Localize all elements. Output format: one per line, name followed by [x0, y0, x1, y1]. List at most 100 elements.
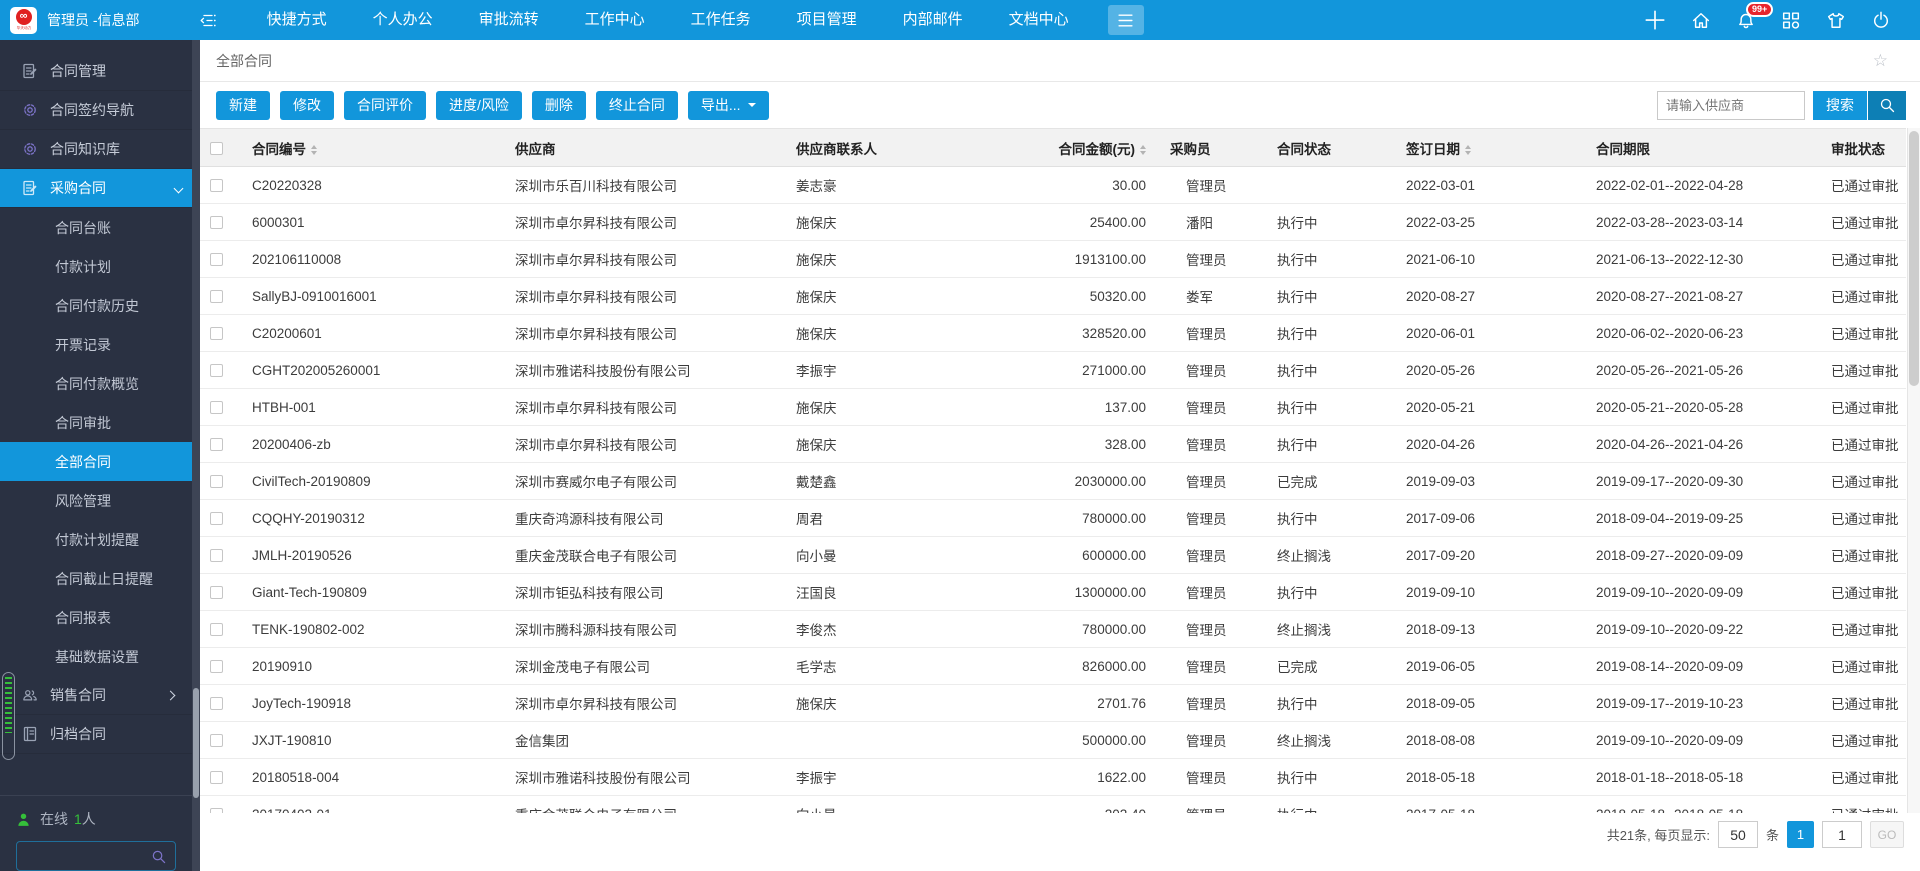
sidebar-item[interactable]: 全部合同: [0, 442, 200, 481]
table-row[interactable]: 20200406-zb深圳市卓尔昇科技有限公司施保庆328.00管理员执行中20…: [200, 426, 1906, 463]
table-row[interactable]: HTBH-001深圳市卓尔昇科技有限公司施保庆137.00管理员执行中2020-…: [200, 389, 1906, 426]
toolbar-button[interactable]: 进度/风险: [436, 91, 522, 120]
row-checkbox[interactable]: [210, 401, 223, 414]
sidebar-item[interactable]: 风险管理: [0, 481, 192, 520]
select-all-checkbox[interactable]: [210, 142, 223, 155]
toolbar-button[interactable]: 新建: [216, 91, 270, 120]
row-checkbox[interactable]: [210, 808, 223, 813]
toolbar-button[interactable]: 合同评价: [344, 91, 426, 120]
row-checkbox[interactable]: [210, 216, 223, 229]
search-icon[interactable]: [151, 849, 166, 864]
sidebar-item[interactable]: 基础数据设置: [0, 637, 192, 676]
sidebar-item[interactable]: 合同台账: [0, 208, 192, 247]
table-row[interactable]: JMLH-20190526重庆金茂联合电子有限公司向小曼600000.00管理员…: [200, 537, 1906, 574]
row-checkbox[interactable]: [210, 512, 223, 525]
row-checkbox[interactable]: [210, 660, 223, 673]
column-header-amount[interactable]: 合同金额(元): [1022, 129, 1160, 167]
more-menus-button[interactable]: [1108, 5, 1144, 35]
table-scrollbar-track[interactable]: [1907, 128, 1920, 813]
row-checkbox[interactable]: [210, 253, 223, 266]
sidebar-search-input[interactable]: [17, 849, 151, 864]
home-button[interactable]: [1692, 11, 1710, 29]
page-size-input[interactable]: [1718, 821, 1758, 848]
row-checkbox-cell: [200, 611, 242, 648]
nav-item[interactable]: 文档中心: [986, 0, 1092, 40]
sidebar-item[interactable]: 合同管理: [0, 52, 192, 91]
sidebar-item[interactable]: 付款计划提醒: [0, 520, 192, 559]
goto-page-input[interactable]: [1822, 821, 1862, 848]
search-button[interactable]: 搜索: [1813, 91, 1867, 120]
row-checkbox[interactable]: [210, 734, 223, 747]
table-row[interactable]: CGHT202005260001深圳市雅诺科技股份有限公司李振宇271000.0…: [200, 352, 1906, 389]
sidebar-item[interactable]: 合同知识库: [0, 130, 192, 169]
sidebar-item[interactable]: 采购合同: [0, 169, 200, 208]
table-row[interactable]: CQQHY-20190312重庆奇鸿源科技有限公司周君780000.00管理员执…: [200, 500, 1906, 537]
table-row[interactable]: JXJT-190810金信集团500000.00管理员终止搁浅2018-08-0…: [200, 722, 1906, 759]
toolbar-button[interactable]: 删除: [532, 91, 586, 120]
table-row[interactable]: C20220328深圳市乐百川科技有限公司姜志豪30.00管理员2022-03-…: [200, 167, 1906, 204]
sidebar-item[interactable]: 合同付款历史: [0, 286, 192, 325]
sort-icon[interactable]: [1140, 145, 1146, 155]
column-header-id[interactable]: 合同编号: [242, 129, 505, 167]
table-row[interactable]: CivilTech-20190809深圳市赛威尔电子有限公司戴楚鑫2030000…: [200, 463, 1906, 500]
row-checkbox[interactable]: [210, 623, 223, 636]
row-checkbox[interactable]: [210, 438, 223, 451]
nav-item[interactable]: 工作任务: [668, 0, 774, 40]
table-row[interactable]: 6000301深圳市卓尔昇科技有限公司施保庆25400.00潘阳执行中2022-…: [200, 204, 1906, 241]
column-header-sign_date[interactable]: 签订日期: [1396, 129, 1586, 167]
toolbar-button[interactable]: 修改: [280, 91, 334, 120]
sidebar-scrollbar-thumb[interactable]: [193, 688, 199, 798]
sidebar-item[interactable]: 销售合同: [0, 676, 192, 715]
toolbar-button[interactable]: 终止合同: [596, 91, 678, 120]
sidebar-item[interactable]: 合同付款概览: [0, 364, 192, 403]
row-checkbox[interactable]: [210, 290, 223, 303]
notifications-button[interactable]: 99+: [1737, 11, 1755, 29]
nav-item[interactable]: 个人办公: [350, 0, 456, 40]
logout-button[interactable]: [1872, 11, 1890, 29]
sidebar-collapse-icon[interactable]: [198, 10, 218, 30]
nav-item[interactable]: 工作中心: [562, 0, 668, 40]
table-row[interactable]: 20190910深圳金茂电子有限公司毛学志826000.00管理员已完成2019…: [200, 648, 1906, 685]
row-checkbox[interactable]: [210, 364, 223, 377]
cell-id: JoyTech-190918: [242, 685, 505, 722]
nav-item[interactable]: 审批流转: [456, 0, 562, 40]
row-checkbox[interactable]: [210, 327, 223, 340]
row-checkbox[interactable]: [210, 179, 223, 192]
sidebar-item[interactable]: 合同报表: [0, 598, 192, 637]
sidebar-item[interactable]: 合同截止日提醒: [0, 559, 192, 598]
sidebar-item[interactable]: 开票记录: [0, 325, 192, 364]
row-checkbox[interactable]: [210, 549, 223, 562]
row-checkbox[interactable]: [210, 771, 223, 784]
table-row[interactable]: Giant-Tech-190809深圳市钜弘科技有限公司汪国良1300000.0…: [200, 574, 1906, 611]
new-item-button[interactable]: [1645, 10, 1665, 30]
sidebar-scroll-indicator[interactable]: [2, 672, 15, 760]
table-row[interactable]: 20170402-01重庆金茂联合电子有限公司向小曼202.40管理员执行中20…: [200, 796, 1906, 814]
sort-icon[interactable]: [1465, 145, 1471, 155]
go-button[interactable]: GO: [1870, 821, 1904, 848]
sidebar-item[interactable]: 合同签约导航: [0, 91, 192, 130]
nav-item[interactable]: 快捷方式: [244, 0, 350, 40]
supplier-search-input[interactable]: [1657, 91, 1805, 120]
row-checkbox[interactable]: [210, 586, 223, 599]
current-page-button[interactable]: 1: [1787, 821, 1814, 848]
table-row[interactable]: 202106110008深圳市卓尔昇科技有限公司施保庆1913100.00管理员…: [200, 241, 1906, 278]
theme-button[interactable]: [1827, 11, 1845, 29]
nav-item[interactable]: 项目管理: [774, 0, 880, 40]
table-row[interactable]: 20180518-004深圳市雅诺科技股份有限公司李振宇1622.00管理员执行…: [200, 759, 1906, 796]
row-checkbox[interactable]: [210, 475, 223, 488]
favorite-star-icon[interactable]: ☆: [1873, 51, 1888, 71]
table-row[interactable]: TENK-190802-002深圳市腾科源科技有限公司李俊杰780000.00管…: [200, 611, 1906, 648]
sort-icon[interactable]: [311, 145, 317, 155]
table-scrollbar-thumb[interactable]: [1909, 131, 1919, 386]
row-checkbox[interactable]: [210, 697, 223, 710]
export-dropdown-button[interactable]: 导出...: [688, 91, 769, 120]
sidebar-item[interactable]: 归档合同: [0, 715, 192, 754]
nav-item[interactable]: 内部邮件: [880, 0, 986, 40]
table-row[interactable]: JoyTech-190918深圳市卓尔昇科技有限公司施保庆2701.76管理员执…: [200, 685, 1906, 722]
sidebar-item[interactable]: 合同审批: [0, 403, 192, 442]
search-magnifier-button[interactable]: [1868, 91, 1906, 120]
apps-button[interactable]: [1782, 11, 1800, 29]
table-row[interactable]: SallyBJ-0910016001深圳市卓尔昇科技有限公司施保庆50320.0…: [200, 278, 1906, 315]
sidebar-item[interactable]: 付款计划: [0, 247, 192, 286]
table-row[interactable]: C20200601深圳市卓尔昇科技有限公司施保庆328520.00管理员执行中2…: [200, 315, 1906, 352]
